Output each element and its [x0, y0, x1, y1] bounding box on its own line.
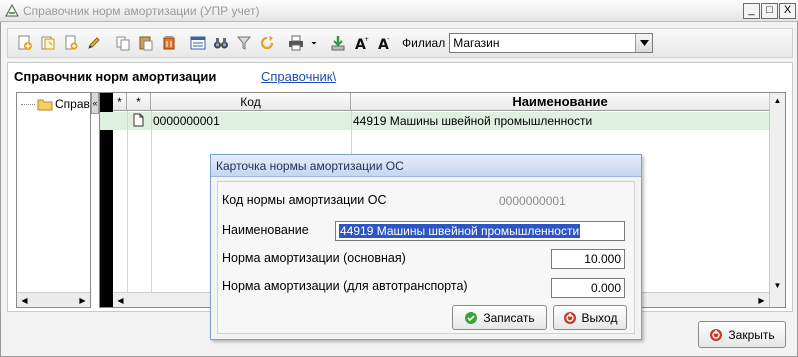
filial-select[interactable]: Магазин [449, 33, 654, 53]
collapse-tree-button[interactable]: « [91, 92, 99, 114]
add-subitem-icon [65, 35, 78, 50]
close-button[interactable]: Закрыть [698, 321, 786, 348]
export-icon [331, 36, 345, 51]
breadcrumb-link[interactable]: Справочник\ [261, 69, 336, 84]
name-label: Наименование [222, 223, 309, 237]
paste-button[interactable] [135, 32, 157, 54]
scroll-left-icon[interactable]: ◀ [17, 293, 32, 307]
auto-rate-label: Норма амортизации (для автотранспорта) [222, 279, 468, 293]
delete-button[interactable] [158, 32, 180, 54]
font-increase-icon: A+ [355, 36, 369, 51]
toolbar: A + A- Филиал Магазин [7, 28, 793, 58]
header-name[interactable]: Наименование [351, 93, 770, 111]
edit-button[interactable] [83, 32, 105, 54]
tree-horizontal-scrollbar[interactable]: ◀ ▶ [17, 292, 90, 307]
binoculars-icon [214, 38, 228, 49]
scroll-up-icon[interactable]: ▲ [770, 93, 785, 108]
search-button[interactable] [210, 32, 232, 54]
auto-rate-field[interactable]: 0.000 [551, 278, 625, 298]
filial-select-value: Магазин [453, 36, 500, 50]
add-icon [18, 35, 32, 50]
refresh-button[interactable] [256, 32, 278, 54]
exit-icon [563, 311, 576, 324]
row-code: 0000000001 [153, 114, 220, 128]
add-copy-icon [41, 36, 55, 50]
filter-button[interactable] [233, 32, 255, 54]
rate-label: Норма амортизации (основная) [222, 251, 406, 265]
header-code[interactable]: Код [151, 93, 351, 111]
window-titlebar: Справочник норм амортизации (УПР учет) _… [0, 0, 798, 22]
add-copy-button[interactable] [37, 32, 59, 54]
window-title: Справочник норм амортизации (УПР учет) [23, 3, 260, 18]
refresh-icon [260, 36, 274, 50]
code-value: 0000000001 [499, 194, 566, 208]
exit-button-label: Выход [581, 310, 618, 325]
scroll-right-icon[interactable]: ▶ [75, 293, 90, 307]
paste-icon [139, 36, 153, 51]
dialog-body: Код нормы амортизации ОС 0000000001 Наим… [217, 181, 635, 334]
add-button[interactable] [14, 32, 36, 54]
row-name: 44919 Машины швейной промышленности [353, 114, 593, 128]
font-decrease-button[interactable]: A- [373, 32, 395, 54]
card-dialog: Карточка нормы амортизации ОС Код нормы … [210, 154, 642, 340]
list-icon [190, 36, 206, 50]
maximize-button[interactable]: □ [761, 2, 778, 19]
folder-icon [37, 99, 53, 111]
name-field[interactable]: 44919 Машины швейной промышленности [335, 221, 625, 241]
add-subitem-button[interactable] [60, 32, 82, 54]
dropdown-arrow-icon [311, 42, 317, 45]
document-icon [133, 113, 144, 131]
save-button-label: Записать [483, 310, 535, 325]
export-button[interactable] [327, 32, 349, 54]
scroll-right-icon[interactable]: ▶ [754, 293, 769, 307]
close-window-button[interactable]: X [779, 2, 796, 19]
print-dropdown-button[interactable] [308, 32, 320, 54]
page-title: Справочник норм амортизации [14, 69, 217, 84]
print-icon [289, 35, 303, 51]
font-increase-button[interactable]: A + [350, 32, 372, 54]
filial-label: Филиал [402, 36, 446, 50]
list-view-button[interactable] [187, 32, 209, 54]
grid-vertical-scrollbar[interactable]: ▲ ▼ [769, 93, 785, 307]
copy-icon [116, 36, 130, 51]
header-star-1[interactable]: * [113, 93, 127, 111]
delete-icon [163, 36, 175, 50]
grid-line [127, 111, 128, 292]
table-row[interactable]: 0000000001 44919 Машины швейной промышле… [100, 112, 770, 130]
tree-node-label: Справ [55, 97, 90, 111]
name-field-value: 44919 Машины швейной промышленности [339, 224, 581, 238]
minimize-button[interactable]: _ [743, 2, 760, 19]
tree-panel[interactable]: Справ ◀ ▶ [16, 92, 91, 308]
filter-icon [236, 36, 252, 50]
chevron-down-icon[interactable] [635, 34, 653, 52]
scroll-down-icon[interactable]: ▼ [770, 278, 785, 293]
exit-icon [710, 328, 723, 341]
font-decrease-icon: A- [378, 35, 390, 51]
tree-node-root[interactable]: Справ [21, 97, 90, 111]
check-icon [465, 311, 478, 324]
dialog-title: Карточка нормы амортизации ОС [211, 155, 641, 177]
rate-field[interactable]: 10.000 [551, 249, 625, 269]
app-icon [5, 3, 19, 16]
header-star-2[interactable]: * [127, 93, 151, 111]
scroll-left-icon[interactable]: ◀ [113, 293, 128, 307]
svg-text:+: + [364, 36, 369, 43]
copy-button[interactable] [112, 32, 134, 54]
tree-connector [21, 103, 35, 105]
grid-header: * * Код Наименование [100, 93, 785, 111]
exit-button[interactable]: Выход [553, 305, 627, 330]
save-button[interactable]: Записать [452, 305, 547, 330]
grid-line [151, 111, 152, 292]
code-label: Код нормы амортизации ОС [222, 193, 387, 207]
print-button[interactable] [285, 32, 307, 54]
close-button-label: Закрыть [728, 327, 775, 342]
svg-text:-: - [387, 35, 390, 43]
edit-pencil-icon [88, 37, 100, 49]
